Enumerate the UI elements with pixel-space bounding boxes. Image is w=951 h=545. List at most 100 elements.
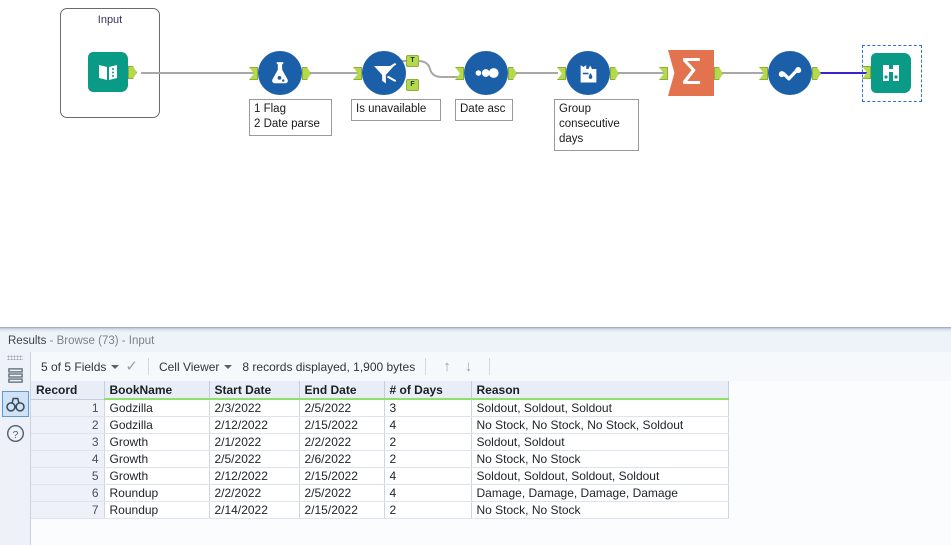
cell-end-date[interactable]: 2/15/2022: [299, 467, 385, 485]
wire-summarize-to-select[interactable]: [718, 72, 766, 74]
scroll-down-button[interactable]: ↓: [465, 359, 473, 374]
tool-container-title: Input: [97, 14, 123, 26]
cell-bookname[interactable]: Roundup: [104, 484, 210, 502]
cell-start-date[interactable]: 2/1/2022: [209, 433, 300, 451]
view-mode-label: Cell Viewer: [158, 359, 220, 374]
column-header-end-date[interactable]: End Date: [299, 381, 385, 400]
table-row[interactable]: 7 Roundup 2/14/2022 2/15/2022 2 No Stock…: [31, 501, 729, 519]
annotation-filter[interactable]: Is unavailable: [351, 99, 441, 121]
funnel-filter-icon: [362, 51, 406, 95]
anchor-out-filter-false[interactable]: F: [406, 79, 419, 91]
tool-select[interactable]: [759, 51, 821, 95]
tool-browse[interactable]: [862, 53, 911, 93]
chevron-down-icon[interactable]: [224, 364, 233, 369]
cell-record: 5: [31, 467, 105, 485]
scroll-up-button[interactable]: ↑: [443, 359, 451, 374]
fields-selector[interactable]: 5 of 5 Fields: [41, 360, 120, 374]
cell-num-days[interactable]: 4: [384, 484, 472, 502]
cell-start-date[interactable]: 2/12/2022: [209, 467, 300, 485]
anchor-out-select[interactable]: [812, 67, 821, 80]
cell-end-date[interactable]: 2/6/2022: [299, 450, 385, 468]
help-question-icon[interactable]: ?: [2, 420, 29, 446]
multirow-formula-icon: [566, 51, 610, 95]
tool-sort[interactable]: [455, 51, 517, 95]
cell-end-date[interactable]: 2/5/2022: [299, 399, 385, 417]
annotation-multirow[interactable]: Group consecutive days: [554, 99, 639, 151]
tool-filter[interactable]: T F: [353, 51, 419, 95]
records-displayed-label: 8 records displayed, 1,900 bytes: [242, 359, 416, 374]
tool-input[interactable]: [88, 52, 137, 92]
cell-num-days[interactable]: 4: [384, 416, 472, 434]
binoculars-browse-icon[interactable]: [1, 391, 29, 417]
sigma-summarize-icon: Σ: [668, 50, 714, 96]
anchor-out-sort[interactable]: [508, 67, 517, 80]
view-mode-selector[interactable]: Cell Viewer: [158, 359, 233, 374]
tool-multirow-formula[interactable]: [557, 51, 619, 95]
checkmark-icon[interactable]: ✓: [125, 359, 138, 374]
anchor-out-filter-true[interactable]: T: [406, 55, 419, 67]
column-header-num-days[interactable]: # of Days: [384, 381, 472, 400]
cell-start-date[interactable]: 2/14/2022: [209, 501, 300, 519]
cell-reason[interactable]: No Stock, No Stock: [471, 501, 729, 519]
cell-reason[interactable]: Soldout, Soldout: [471, 433, 729, 451]
anchor-out-summarize[interactable]: [714, 67, 723, 80]
cell-bookname[interactable]: Godzilla: [104, 399, 210, 417]
cell-num-days[interactable]: 2: [384, 450, 472, 468]
cell-bookname[interactable]: Growth: [104, 450, 210, 468]
cell-bookname[interactable]: Growth: [104, 433, 210, 451]
cell-reason[interactable]: Damage, Damage, Damage, Damage: [471, 484, 729, 502]
cell-end-date[interactable]: 2/15/2022: [299, 501, 385, 519]
tool-summarize[interactable]: Σ: [659, 50, 723, 96]
column-header-bookname[interactable]: BookName: [104, 381, 210, 400]
wire-sort-to-multirow[interactable]: [510, 72, 558, 74]
table-row[interactable]: 5 Growth 2/12/2022 2/15/2022 4 Soldout, …: [31, 467, 729, 485]
wire-input-to-formula[interactable]: [141, 72, 254, 74]
table-row[interactable]: 1 Godzilla 2/3/2022 2/5/2022 3 Soldout, …: [31, 399, 729, 417]
records-layers-icon[interactable]: [2, 362, 29, 388]
cell-bookname[interactable]: Roundup: [104, 501, 210, 519]
results-grid-container[interactable]: Record BookName Start Date End Date # of…: [31, 381, 951, 545]
results-title-rest: - Browse (73) - Input: [46, 335, 155, 347]
cell-reason[interactable]: No Stock, No Stock: [471, 450, 729, 468]
anchor-in-multirow[interactable]: [557, 67, 566, 80]
column-header-start-date[interactable]: Start Date: [209, 381, 300, 400]
anchor-out-multirow[interactable]: [610, 67, 619, 80]
tool-formula[interactable]: [249, 51, 311, 95]
workflow-canvas[interactable]: Input 1 Flag 2 Date parse T F Is unavail…: [0, 0, 951, 327]
wire-multirow-to-summarize[interactable]: [616, 72, 664, 74]
table-row[interactable]: 6 Roundup 2/2/2022 2/5/2022 4 Damage, Da…: [31, 484, 729, 502]
svg-text:?: ?: [12, 429, 18, 440]
table-row[interactable]: 3 Growth 2/1/2022 2/2/2022 2 Soldout, So…: [31, 433, 729, 451]
rail-grip-handle[interactable]: [7, 355, 23, 360]
table-row[interactable]: 2 Godzilla 2/12/2022 2/15/2022 4 No Stoc…: [31, 416, 729, 434]
anchor-out-formula[interactable]: [302, 67, 311, 80]
cell-start-date[interactable]: 2/12/2022: [209, 416, 300, 434]
cell-reason[interactable]: No Stock, No Stock, No Stock, Soldout: [471, 416, 729, 434]
cell-record: 6: [31, 484, 105, 502]
cell-start-date[interactable]: 2/5/2022: [209, 450, 300, 468]
cell-bookname[interactable]: Godzilla: [104, 416, 210, 434]
wire-select-to-browse[interactable]: [820, 72, 868, 74]
binoculars-browse-icon: [871, 53, 911, 93]
wire-formula-to-filter[interactable]: [308, 72, 358, 74]
cell-start-date[interactable]: 2/3/2022: [209, 399, 300, 417]
results-table: Record BookName Start Date End Date # of…: [31, 381, 729, 519]
column-header-record[interactable]: Record: [31, 381, 105, 400]
cell-num-days[interactable]: 3: [384, 399, 472, 417]
cell-end-date[interactable]: 2/2/2022: [299, 433, 385, 451]
chevron-down-icon[interactable]: [111, 364, 120, 369]
column-header-reason[interactable]: Reason: [471, 381, 729, 400]
cell-reason[interactable]: Soldout, Soldout, Soldout, Soldout: [471, 467, 729, 485]
cell-bookname[interactable]: Growth: [104, 467, 210, 485]
cell-end-date[interactable]: 2/15/2022: [299, 416, 385, 434]
cell-num-days[interactable]: 2: [384, 433, 472, 451]
table-row[interactable]: 4 Growth 2/5/2022 2/6/2022 2 No Stock, N…: [31, 450, 729, 468]
book-input-icon: [88, 52, 128, 92]
cell-start-date[interactable]: 2/2/2022: [209, 484, 300, 502]
annotation-sort[interactable]: Date asc: [455, 99, 513, 121]
cell-reason[interactable]: Soldout, Soldout, Soldout: [471, 399, 729, 417]
annotation-formula[interactable]: 1 Flag 2 Date parse: [249, 99, 332, 136]
cell-num-days[interactable]: 2: [384, 501, 472, 519]
cell-num-days[interactable]: 4: [384, 467, 472, 485]
cell-end-date[interactable]: 2/5/2022: [299, 484, 385, 502]
